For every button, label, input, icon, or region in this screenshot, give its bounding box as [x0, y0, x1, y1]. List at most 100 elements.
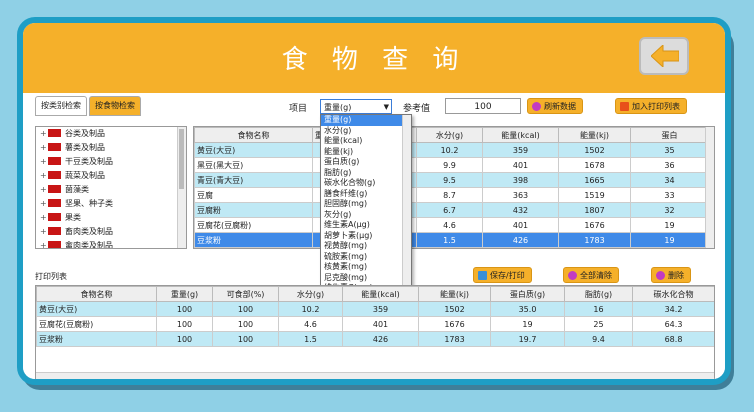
clear-all-button[interactable]: 全部清除: [563, 267, 619, 283]
table-cell: 25: [564, 316, 633, 332]
table-cell: 8.7: [416, 187, 483, 203]
table-row[interactable]: 豆腐10011.5425146244: [194, 247, 709, 248]
expand-icon[interactable]: +: [40, 127, 48, 141]
dropdown-option[interactable]: 灰分(g): [321, 210, 411, 221]
dropdown-option[interactable]: 蛋白质(g): [321, 157, 411, 168]
expand-icon[interactable]: +: [40, 225, 48, 239]
column-header[interactable]: 能量(kcal): [482, 127, 559, 143]
dropdown-option[interactable]: 硫胺素(mg): [321, 252, 411, 263]
table-cell: 359: [482, 142, 559, 158]
table-cell: 100: [212, 316, 279, 332]
tree-item[interactable]: + 干豆类及制品: [36, 155, 186, 169]
table-cell: 4.6: [278, 316, 343, 332]
print-table-hscrollbar[interactable]: [36, 372, 714, 379]
table-cell: 1502: [558, 142, 631, 158]
table-row[interactable]: 黑豆(黑大豆)1009.9401167836: [194, 157, 709, 173]
table-cell: 1.5: [278, 331, 343, 347]
expand-icon[interactable]: +: [40, 197, 48, 211]
dropdown-option[interactable]: 碳水化合物(g): [321, 178, 411, 189]
tree-item[interactable]: + 畜肉类及制品: [36, 225, 186, 239]
table-cell: 黄豆(大豆): [194, 142, 313, 158]
table-row[interactable]: 豆腐花(豆腐粉) 100 100 4.6 401 1676 19 25 64.3: [36, 316, 714, 332]
column-header[interactable]: 可食部(%): [212, 286, 279, 302]
table-cell: 10.2: [416, 142, 483, 158]
table-row[interactable]: 青豆(青大豆)1009.5398166534: [194, 172, 709, 188]
column-header[interactable]: 食物名称: [36, 286, 157, 302]
dropdown-option[interactable]: 重量(g): [321, 115, 411, 126]
item-select[interactable]: 重量(g) ▼: [320, 99, 392, 114]
food-table-scrollbar[interactable]: [705, 127, 714, 248]
item-label: 项目: [289, 104, 308, 114]
refresh-button[interactable]: 刷新数据: [527, 98, 583, 114]
table-cell: 9.4: [564, 331, 633, 347]
table-cell: 100: [156, 331, 213, 347]
dropdown-option[interactable]: 胡萝卜素(μg): [321, 231, 411, 242]
table-row[interactable]: 黄豆(大豆)10010.2359150235: [194, 142, 709, 158]
expand-icon[interactable]: +: [40, 141, 48, 155]
dropdown-option[interactable]: 胆固醇(mg): [321, 199, 411, 210]
expand-icon[interactable]: +: [40, 155, 48, 169]
table-cell: 100: [212, 331, 279, 347]
expand-icon[interactable]: +: [40, 211, 48, 225]
column-header[interactable]: 水分(g): [278, 286, 343, 302]
tree-item[interactable]: + 果类: [36, 211, 186, 225]
reference-value-field[interactable]: 100: [445, 98, 521, 114]
table-cell: 19: [490, 316, 565, 332]
tab-by-category[interactable]: 按类别检索: [35, 96, 87, 116]
column-header[interactable]: 食物名称: [194, 127, 313, 143]
column-header[interactable]: 能量(kj): [558, 127, 631, 143]
dropdown-option[interactable]: 能量(kcal): [321, 136, 411, 147]
column-header[interactable]: 水分(g): [416, 127, 483, 143]
tab-by-food[interactable]: 按食物检索: [89, 96, 141, 116]
table-row[interactable]: 豆腐1008.7363151933: [194, 187, 709, 203]
tree-item[interactable]: + 菌藻类: [36, 183, 186, 197]
food-table-body: 黄豆(大豆)10010.2359150235黑豆(黑大豆)1009.940116…: [194, 142, 709, 248]
table-row[interactable]: 豆浆粉 100 100 1.5 426 1783 19.7 9.4 68.8: [36, 331, 714, 347]
table-cell: 100: [212, 301, 279, 317]
column-header[interactable]: 能量(kcal): [342, 286, 419, 302]
back-button[interactable]: [639, 37, 689, 75]
column-header[interactable]: 碳水化合物: [632, 286, 714, 302]
table-row[interactable]: 豆腐花(豆腐粉)1004.6401167619: [194, 217, 709, 233]
column-header[interactable]: 蛋白: [630, 127, 709, 143]
add-to-print-button[interactable]: 加入打印列表: [615, 98, 687, 114]
clear-icon: [568, 271, 577, 280]
column-header[interactable]: 能量(kj): [418, 286, 491, 302]
tree-scrollbar[interactable]: [177, 127, 186, 248]
dropdown-option[interactable]: 维生素A(μg): [321, 220, 411, 231]
tree-item-label: 果类: [65, 213, 81, 222]
tree-item[interactable]: + 禽肉类及制品: [36, 239, 186, 248]
category-marker-icon: [48, 185, 61, 193]
dropdown-option[interactable]: 脂肪(g): [321, 168, 411, 179]
scroll-thumb[interactable]: [179, 129, 184, 189]
print-table-header: 食物名称 重量(g) 可食部(%) 水分(g) 能量(kcal) 能量(kj) 蛋白质(g)…: [36, 286, 714, 302]
expand-icon[interactable]: +: [40, 169, 48, 183]
save-print-button[interactable]: 保存/打印: [473, 267, 532, 283]
table-row[interactable]: 豆浆粉1001.5426178319: [194, 232, 709, 248]
table-row[interactable]: 豆腐粉1006.7432180732: [194, 202, 709, 218]
expand-icon[interactable]: +: [40, 239, 48, 248]
clear-all-label: 全部清除: [580, 271, 612, 280]
refresh-label: 刷新数据: [544, 102, 576, 111]
dropdown-option[interactable]: 膳食纤维(g): [321, 189, 411, 200]
column-header[interactable]: 蛋白质(g): [490, 286, 565, 302]
tree-item[interactable]: + 蔬菜及制品: [36, 169, 186, 183]
dropdown-option[interactable]: 核黄素(mg): [321, 262, 411, 273]
column-header[interactable]: 重量(g): [156, 286, 213, 302]
table-cell: 豆腐粉: [194, 202, 313, 218]
table-row[interactable]: 黄豆(大豆) 100 100 10.2 359 1502 35.0 16 34.2: [36, 301, 714, 317]
delete-button[interactable]: 删除: [651, 267, 691, 283]
tree-item[interactable]: + 坚果、种子类: [36, 197, 186, 211]
category-marker-icon: [48, 227, 61, 235]
dropdown-option[interactable]: 尼克酸(mg): [321, 273, 411, 284]
column-header[interactable]: 脂肪(g): [564, 286, 633, 302]
table-cell: 1.5: [416, 232, 483, 248]
table-cell: 100: [156, 316, 213, 332]
dropdown-option[interactable]: 水分(g): [321, 126, 411, 137]
dropdown-option[interactable]: 能量(kj): [321, 147, 411, 158]
tree-item-label: 薯类及制品: [65, 143, 105, 152]
tree-item[interactable]: + 谷类及制品: [36, 127, 186, 141]
tree-item[interactable]: + 薯类及制品: [36, 141, 186, 155]
dropdown-option[interactable]: 视黄醇(mg): [321, 241, 411, 252]
expand-icon[interactable]: +: [40, 183, 48, 197]
